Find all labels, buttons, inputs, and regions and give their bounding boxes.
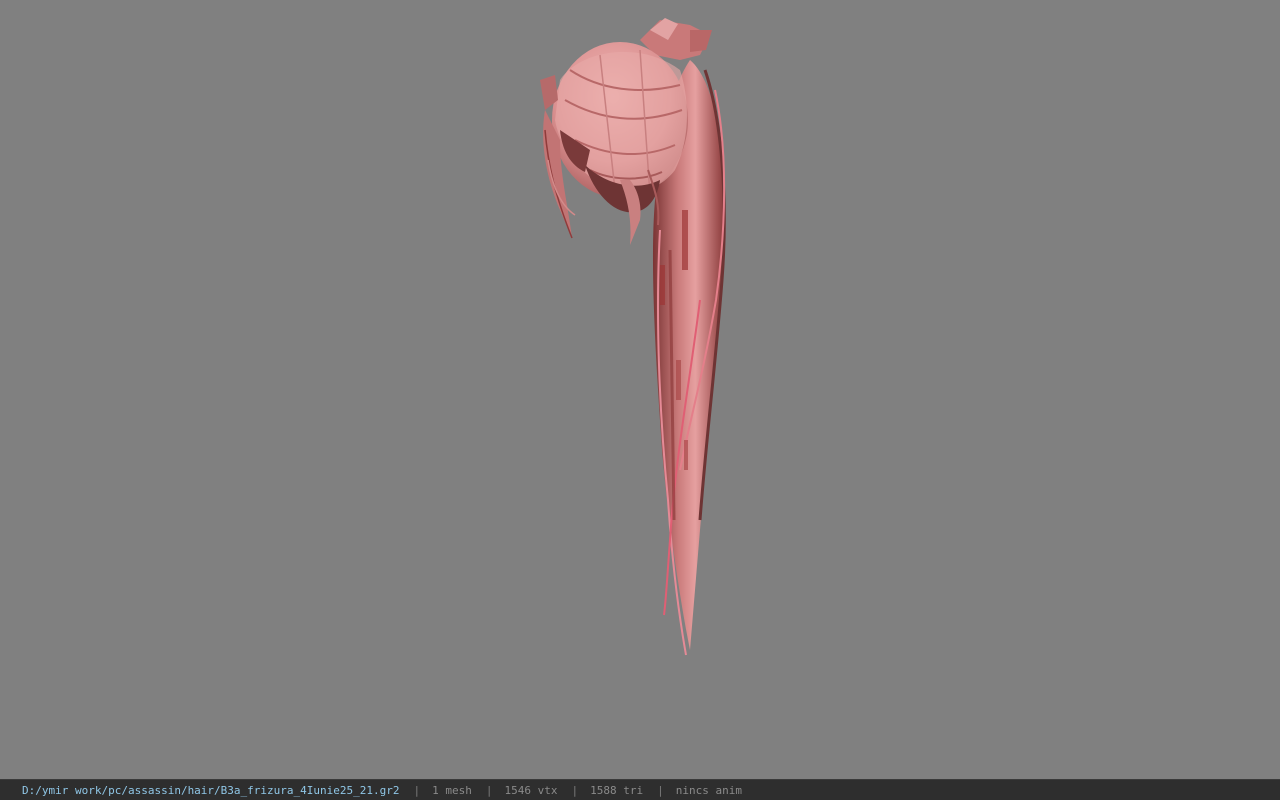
file-path: D:/ymir work/pc/assassin/hair/B3a_frizur… — [22, 783, 400, 797]
status-bar: D:/ymir work/pc/assassin/hair/B3a_frizur… — [0, 779, 1280, 800]
mesh-count: 1 mesh — [432, 783, 472, 797]
vertex-count: 1546 vtx — [504, 783, 558, 797]
separator: | — [657, 783, 664, 797]
triangle-count: 1588 tri — [590, 783, 644, 797]
3d-viewport[interactable] — [0, 0, 1280, 779]
separator: | — [413, 783, 421, 797]
hair-model-render — [540, 18, 726, 656]
animation-status: nincs anim — [675, 783, 742, 797]
separator: | — [571, 783, 579, 797]
separator: | — [485, 783, 493, 797]
